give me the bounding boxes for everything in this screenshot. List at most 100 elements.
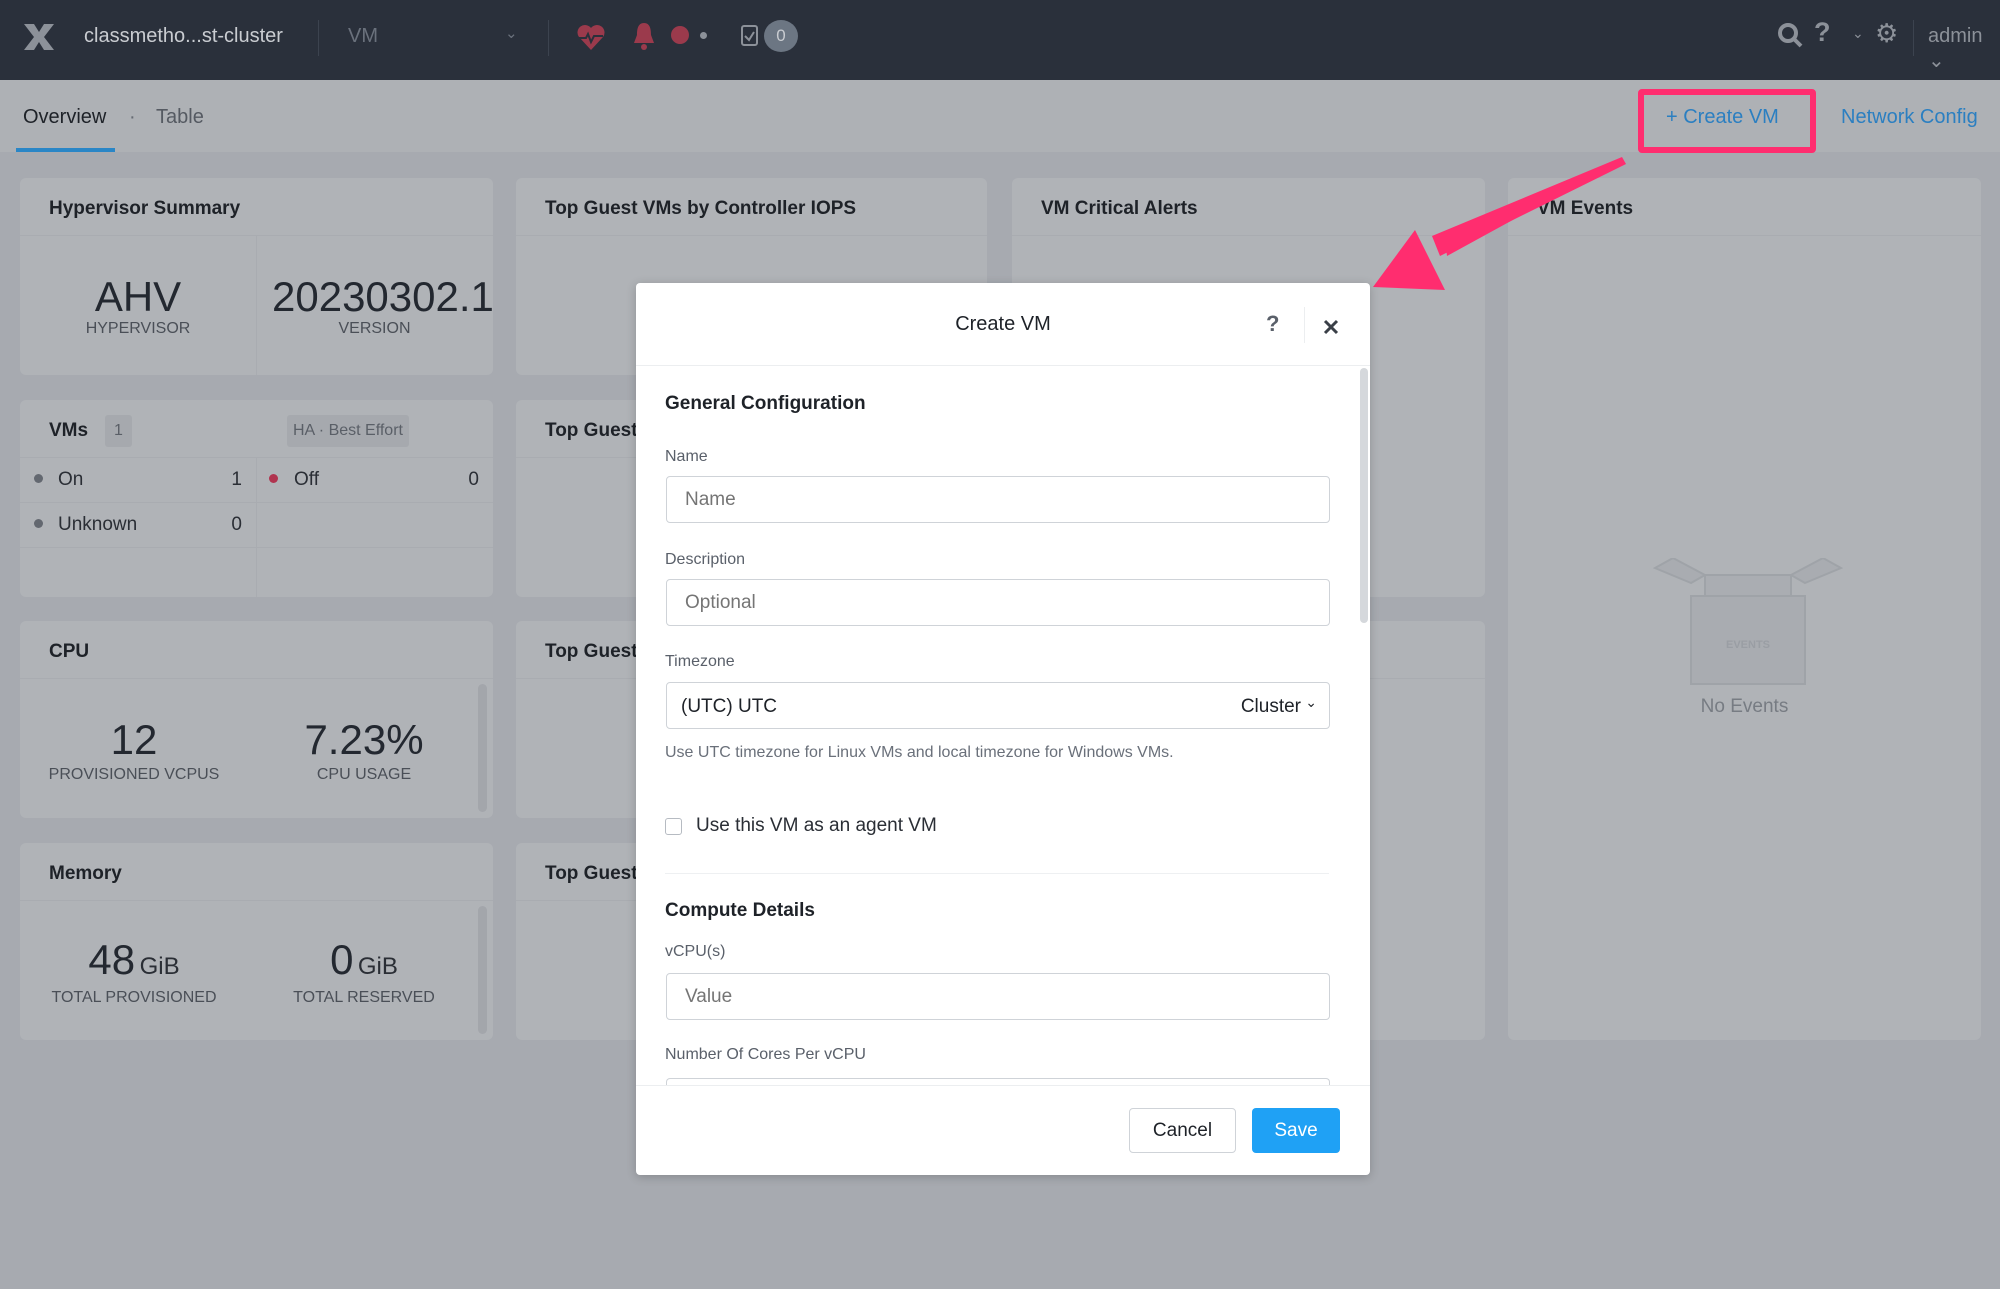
tasks-clipboard-icon[interactable] xyxy=(741,25,759,47)
timezone-value: (UTC) UTC xyxy=(681,696,778,717)
active-tab-indicator xyxy=(16,148,115,152)
vcpus-label: PROVISIONED VCPUS xyxy=(48,766,220,783)
card-title: Memory xyxy=(49,863,122,884)
state-count: 0 xyxy=(468,469,479,490)
health-heart-icon[interactable] xyxy=(576,23,606,51)
chevron-down-icon: ⌄ xyxy=(505,25,518,42)
memory-reserved: 0 GiB xyxy=(248,936,480,984)
cpu-usage-label: CPU USAGE xyxy=(316,766,412,783)
scrollbar[interactable] xyxy=(478,684,487,812)
state-label: On xyxy=(58,469,84,490)
section-label: VM xyxy=(348,25,378,47)
divider xyxy=(20,678,493,679)
status-dot xyxy=(34,474,43,483)
timezone-scope[interactable]: Cluster xyxy=(1241,696,1301,718)
divider xyxy=(665,873,1329,874)
status-dot xyxy=(269,474,278,483)
name-label: Name xyxy=(665,448,708,465)
hypervisor-label: HYPERVISOR xyxy=(85,320,191,337)
state-count: 0 xyxy=(231,514,242,535)
divider xyxy=(1913,20,1914,56)
divider xyxy=(548,20,549,56)
tab-table[interactable]: Table xyxy=(156,106,204,129)
dialog-title: Create VM xyxy=(955,313,1051,335)
agent-vm-checkbox[interactable] xyxy=(665,818,682,835)
vcpu-input[interactable] xyxy=(666,973,1330,1020)
cancel-button[interactable]: Cancel xyxy=(1129,1108,1236,1153)
close-icon[interactable] xyxy=(1323,319,1339,335)
help-icon[interactable]: ? xyxy=(1814,17,1831,48)
card-title: VMs xyxy=(49,420,89,441)
critical-alert-dot[interactable] xyxy=(671,26,689,44)
divider xyxy=(1304,307,1305,343)
state-count: 1 xyxy=(231,469,242,490)
vm-state-off[interactable]: Off 0 xyxy=(257,458,493,502)
card-title: Top Guest xyxy=(545,863,638,884)
card-title: Top Guest VMs by Controller IOPS xyxy=(545,198,857,219)
create-vm-dialog: Create VM ? General Configuration Name D… xyxy=(636,283,1370,1175)
divider xyxy=(636,1085,1370,1086)
version-value: 20230302.10 xyxy=(272,273,493,320)
network-config-link[interactable]: Network Config xyxy=(1841,106,1978,129)
description-input[interactable] xyxy=(666,579,1330,626)
divider xyxy=(636,365,1370,366)
cores-label: Number Of Cores Per vCPU xyxy=(665,1046,866,1063)
nutanix-logo-icon[interactable] xyxy=(22,22,56,52)
task-count-badge[interactable]: 0 xyxy=(764,20,798,52)
hypervisor-value: AHV xyxy=(94,273,182,320)
card-title: Hypervisor Summary xyxy=(49,198,241,219)
card-title: VM Critical Alerts xyxy=(1041,198,1198,219)
name-input[interactable] xyxy=(666,476,1330,523)
vcpu-label: vCPU(s) xyxy=(665,943,726,960)
gear-icon[interactable]: ⚙ xyxy=(1875,18,1898,49)
reserved-unit: GiB xyxy=(357,953,398,980)
card-title: Top Guest xyxy=(545,420,638,441)
vm-state-on[interactable]: On 1 xyxy=(20,458,256,502)
create-vm-button[interactable]: + Create VM xyxy=(1666,106,1779,129)
vm-state-unknown[interactable]: Unknown 0 xyxy=(20,503,256,547)
version-label: VERSION xyxy=(338,320,411,337)
chevron-down-icon: ⌄ xyxy=(1305,694,1317,710)
user-menu[interactable]: admin ⌄ xyxy=(1928,25,2000,73)
divider xyxy=(318,20,319,56)
scrollbar[interactable] xyxy=(478,906,487,1034)
user-name: admin xyxy=(1928,25,1983,47)
no-events-text: No Events xyxy=(1700,696,1789,717)
reserved-value: 0 xyxy=(330,936,354,983)
hypervisor-summary-card: Hypervisor Summary AHV HYPERVISOR 202303… xyxy=(20,178,493,375)
memory-card: Memory 48 GiB TOTAL PROVISIONED 0 GiB TO… xyxy=(20,843,493,1040)
state-label: Off xyxy=(294,469,319,490)
card-title: CPU xyxy=(49,641,90,662)
timezone-help-text: Use UTC timezone for Linux VMs and local… xyxy=(665,744,1174,761)
tab-separator: · xyxy=(129,106,136,128)
scrollbar[interactable] xyxy=(1360,368,1368,623)
provisioned-label: TOTAL PROVISIONED xyxy=(51,989,217,1006)
vms-card: VMs 1 HA · Best Effort On 1 Off 0 Unknow… xyxy=(20,400,493,597)
sub-navigation: Overview · Table + Create VM Network Con… xyxy=(0,80,2000,153)
save-button[interactable]: Save xyxy=(1252,1108,1340,1153)
reserved-label: TOTAL RESERVED xyxy=(293,989,435,1006)
box-label: EVENTS xyxy=(1726,639,1770,651)
top-bar: classmetho...st-cluster VM ⌄ 0 ? ⌄ ⚙ adm… xyxy=(0,0,2000,80)
empty-box-icon: EVENTS xyxy=(1653,558,1843,685)
help-icon[interactable]: ? xyxy=(1266,311,1279,337)
chevron-down-icon[interactable]: ⌄ xyxy=(1852,25,1864,42)
agent-vm-label[interactable]: Use this VM as an agent VM xyxy=(696,815,937,837)
vm-count-badge: 1 xyxy=(105,415,132,447)
section-dropdown[interactable]: VM ⌄ xyxy=(340,18,525,58)
tab-overview[interactable]: Overview xyxy=(23,106,106,129)
state-label: Unknown xyxy=(58,514,138,535)
search-icon[interactable] xyxy=(1777,22,1803,48)
divider xyxy=(516,235,987,236)
cores-input[interactable] xyxy=(666,1078,1330,1085)
card-title: Top Guest xyxy=(545,641,638,662)
cluster-name[interactable]: classmetho...st-cluster xyxy=(84,25,283,48)
warning-alert-dot[interactable] xyxy=(700,32,707,39)
vm-events-card: VM Events EVENTS No Events xyxy=(1508,178,1981,1040)
timezone-select[interactable]: (UTC) UTC Cluster ⌄ xyxy=(666,682,1330,729)
divider xyxy=(1508,235,1981,236)
cpu-card: CPU 12 PROVISIONED VCPUS 7.23% CPU USAGE xyxy=(20,621,493,818)
provisioned-unit: GiB xyxy=(139,953,180,980)
bell-icon[interactable] xyxy=(632,21,656,51)
section-heading: General Configuration xyxy=(665,393,866,414)
